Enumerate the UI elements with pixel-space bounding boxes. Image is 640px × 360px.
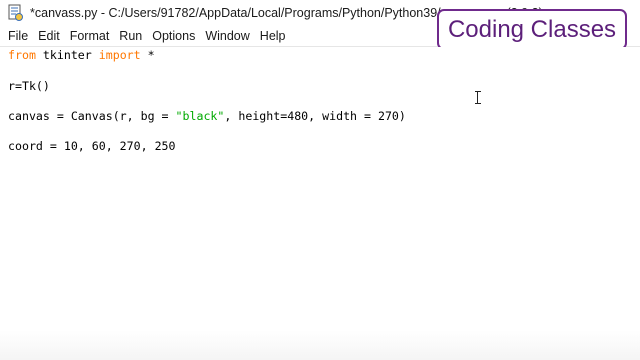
text-cursor-icon xyxy=(475,91,481,104)
import-star: * xyxy=(140,48,155,62)
import-module: tkinter xyxy=(35,48,99,62)
code-editor[interactable]: from tkinter import * r=Tk() canvas = Ca… xyxy=(0,47,640,360)
code-line-import: from tkinter import * xyxy=(8,48,155,62)
menu-file[interactable]: File xyxy=(0,29,28,43)
menu-format[interactable]: Format xyxy=(62,29,110,43)
canvas-assign: canvas = Canvas(r, bg = xyxy=(8,109,176,123)
code-line-coord: coord = 10, 60, 270, 250 xyxy=(8,139,176,153)
menu-options[interactable]: Options xyxy=(144,29,195,43)
idle-file-icon xyxy=(8,4,24,22)
menu-run[interactable]: Run xyxy=(111,29,142,43)
code-line-tk: r=Tk() xyxy=(8,79,50,93)
code-line-canvas: canvas = Canvas(r, bg = "black", height=… xyxy=(8,109,406,123)
coding-classes-watermark: Coding Classes xyxy=(437,9,627,50)
menu-window[interactable]: Window xyxy=(197,29,249,43)
canvas-args: , height=480, width = 270) xyxy=(224,109,406,123)
menu-edit[interactable]: Edit xyxy=(30,29,60,43)
keyword-from: from xyxy=(8,48,36,62)
keyword-import: import xyxy=(98,48,141,62)
menu-help[interactable]: Help xyxy=(252,29,286,43)
string-black: "black" xyxy=(175,109,225,123)
